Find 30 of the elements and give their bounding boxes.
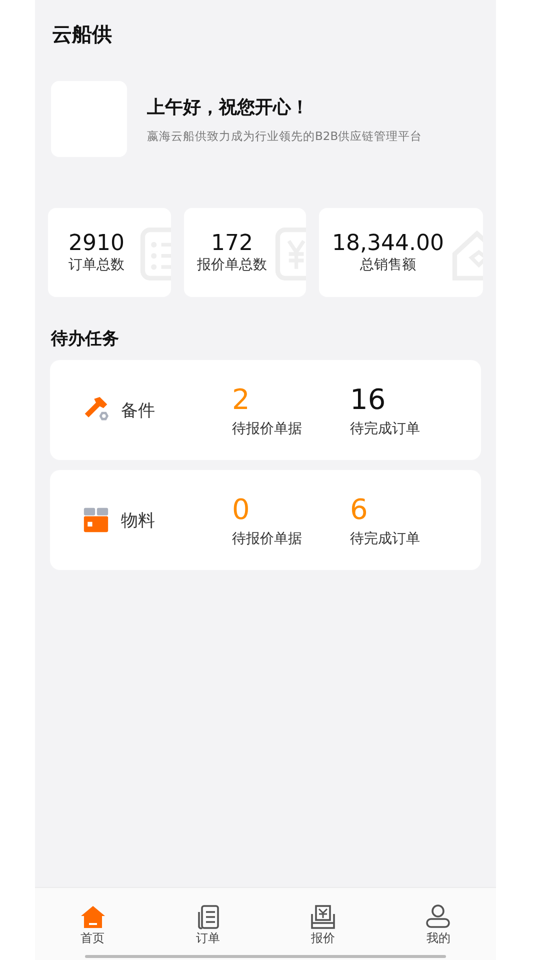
box-icon [83,507,109,533]
stat-label: 总销售额 [360,256,416,274]
stat-label: 报价单总数 [197,256,267,274]
app-title: 云船供 [52,21,113,48]
tab[interactable]: 首页 [35,888,150,960]
task-card[interactable]: 物料 0 待报价单据 6 待完成订单 [50,470,481,570]
task-count: 2 [232,382,251,418]
task-count: 0 [232,492,251,528]
task-name: 备件 [121,400,155,422]
stat-value: 172 [211,232,253,256]
greeting: 上午好，祝您开心！ [147,96,310,118]
stat-label: 订单总数 [68,256,124,274]
task-count-label: 待完成订单 [350,530,421,548]
receipt-icon [310,904,336,930]
task-count-label: 待完成订单 [350,420,421,438]
task-count: 6 [350,492,369,528]
person-icon [425,904,452,930]
home-icon [80,904,106,930]
task-count: 16 [350,382,387,418]
task-count-label: 待报价单据 [232,420,303,438]
tab[interactable]: 订单 [150,888,266,960]
stat-value: 18,344.00 [332,232,444,256]
subtitle: 嬴海云船供致力成为行业领先的B2B供应链管理平台 [147,128,422,144]
tab[interactable]: 我的 [380,888,496,960]
stat-value: 2910 [68,232,124,256]
task-card[interactable]: 备件 2 待报价单据 16 待完成订单 [50,360,481,460]
tab[interactable]: 报价 [266,888,381,960]
task-name: 物料 [121,510,155,532]
task-count-label: 待报价单据 [232,530,303,548]
section-title: 待办任务 [51,328,120,350]
